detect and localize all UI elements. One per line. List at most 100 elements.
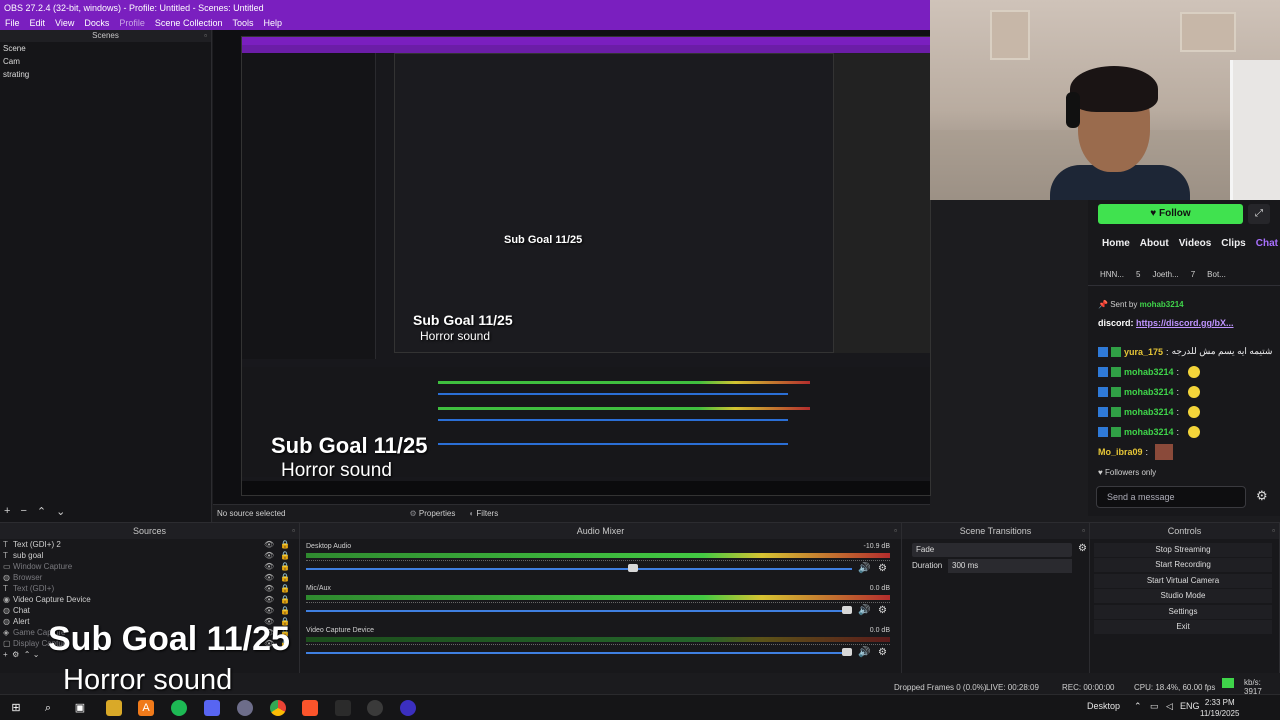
lock-icon[interactable]: 🔒 [280, 573, 290, 582]
move-up-icon[interactable]: ⌃ [24, 650, 31, 659]
dock-float-icon[interactable]: ▫ [1082, 523, 1085, 539]
file-explorer-icon[interactable] [106, 700, 122, 716]
app-icon[interactable]: A [138, 700, 154, 716]
visibility-icon[interactable]: 👁 [264, 540, 274, 549]
volume-slider-handle[interactable] [842, 606, 852, 614]
control-button-stop-streaming[interactable]: Stop Streaming [1094, 543, 1272, 557]
dock-float-icon[interactable]: ▫ [292, 523, 295, 539]
app-icon[interactable] [237, 700, 253, 716]
volume-icon[interactable]: ◁ [1166, 701, 1173, 712]
visibility-icon[interactable]: 👁 [264, 606, 274, 615]
speaker-icon[interactable]: 🔊 [858, 563, 870, 574]
dock-float-icon[interactable]: ▫ [894, 523, 897, 539]
channel-settings-icon[interactable]: ⚙ [878, 605, 887, 616]
dock-float-icon[interactable]: ▫ [204, 30, 207, 42]
channel-settings-icon[interactable]: ⚙ [878, 563, 887, 574]
desktop-label[interactable]: Desktop [1087, 701, 1120, 711]
volume-track[interactable] [306, 652, 852, 654]
source-item[interactable]: Tsub goal 👁 🔒 [0, 550, 299, 561]
chat-settings-icon[interactable]: ⚙ [1256, 488, 1268, 504]
source-item[interactable]: T Text (GDI+) 👁 🔒 [0, 583, 299, 594]
move-up-icon[interactable]: ⌃ [37, 505, 46, 518]
transition-settings-icon[interactable]: ⚙ [1078, 543, 1087, 554]
speaker-icon[interactable]: 🔊 [858, 647, 870, 658]
language-indicator[interactable]: ENG [1180, 701, 1200, 711]
discord-icon[interactable] [204, 700, 220, 716]
lock-icon[interactable]: 🔒 [280, 562, 290, 571]
spotify-icon[interactable] [171, 700, 187, 716]
visibility-icon[interactable]: 👁 [264, 595, 274, 604]
move-down-icon[interactable]: ⌄ [56, 505, 65, 518]
sent-by-user[interactable]: mohab3214 [1140, 300, 1184, 309]
visibility-icon[interactable]: 👁 [264, 584, 274, 593]
scene-item-strating[interactable]: strating [0, 68, 211, 81]
chat-username[interactable]: yura_175 [1124, 347, 1163, 357]
chat-username[interactable]: mohab3214 [1124, 427, 1174, 437]
source-item[interactable]: T Text (GDI+) 2 👁 🔒 [0, 539, 299, 550]
duration-input[interactable]: 300 ms [948, 559, 1072, 573]
visibility-icon[interactable]: 👁 [264, 551, 274, 560]
menu-docks[interactable]: Docks [84, 16, 109, 30]
control-button-settings[interactable]: Settings [1094, 604, 1272, 619]
transition-select[interactable]: Fade [912, 543, 1072, 557]
lock-icon[interactable]: 🔒 [280, 540, 290, 549]
volume-slider-handle[interactable] [842, 648, 852, 656]
chat-username[interactable]: mohab3214 [1124, 407, 1174, 417]
source-item[interactable]: ◍ Browser 👁 🔒 [0, 572, 299, 583]
scene-item-scene[interactable]: Scene [0, 42, 211, 55]
tab-videos[interactable]: Videos [1179, 238, 1212, 249]
control-button-exit[interactable]: Exit [1094, 620, 1272, 634]
channel-settings-icon[interactable]: ⚙ [878, 647, 887, 658]
menu-help[interactable]: Help [263, 16, 282, 30]
move-down-icon[interactable]: ⌄ [33, 650, 40, 659]
add-source-icon[interactable]: + [3, 650, 8, 659]
menu-edit[interactable]: Edit [30, 16, 46, 30]
windows-start-icon[interactable]: ⊞ [8, 700, 24, 716]
lock-icon[interactable]: 🔒 [280, 595, 290, 604]
menu-file[interactable]: File [5, 16, 20, 30]
follow-button[interactable]: ♥ Follow [1098, 204, 1243, 224]
chat-username[interactable]: mohab3214 [1124, 387, 1174, 397]
source-item[interactable]: ▭ Window Capture 👁 🔒 [0, 561, 299, 572]
search-icon[interactable]: ⌕ [40, 700, 56, 716]
obs-icon[interactable] [367, 700, 383, 716]
app-icon[interactable] [335, 700, 351, 716]
source-settings-icon[interactable]: ⚙ [12, 650, 19, 659]
chat-username[interactable]: Mo_ibra09 [1098, 447, 1143, 457]
tab-chat[interactable]: Chat [1256, 238, 1278, 249]
task-view-icon[interactable]: ▣ [72, 700, 88, 716]
tab-clips[interactable]: Clips [1221, 238, 1245, 249]
lock-icon[interactable]: 🔒 [280, 606, 290, 615]
chrome-icon[interactable] [270, 700, 286, 716]
volume-track[interactable] [306, 610, 852, 612]
tab-home[interactable]: Home [1102, 238, 1130, 249]
expand-icon[interactable]: ⤢ [1248, 204, 1270, 224]
menu-scene-collection[interactable]: Scene Collection [155, 16, 223, 30]
remove-scene-icon[interactable]: − [20, 505, 26, 518]
dock-float-icon[interactable]: ▫ [1272, 523, 1275, 539]
volume-slider-handle[interactable] [628, 564, 638, 572]
system-clock[interactable]: 2:33 PM 11/19/2025 [1200, 697, 1239, 719]
tab-about[interactable]: About [1140, 238, 1169, 249]
filters-button[interactable]: ◐ Filters [469, 509, 498, 518]
app-icon[interactable] [400, 700, 416, 716]
volume-track[interactable] [306, 568, 852, 570]
lock-icon[interactable]: 🔒 [280, 551, 290, 560]
discord-link[interactable]: https://discord.gg/bX... [1136, 318, 1234, 328]
tray-arrow-icon[interactable]: ⌃ [1134, 701, 1142, 712]
lock-icon[interactable]: 🔒 [280, 584, 290, 593]
menu-tools[interactable]: Tools [232, 16, 253, 30]
control-button-start-virtual-camera[interactable]: Start Virtual Camera [1094, 573, 1272, 588]
scene-item-cam[interactable]: Cam [0, 55, 211, 68]
chat-username[interactable]: mohab3214 [1124, 367, 1174, 377]
properties-button[interactable]: ⚙ Properties [409, 509, 455, 518]
brave-icon[interactable] [302, 700, 318, 716]
control-button-start-recording[interactable]: Start Recording [1094, 558, 1272, 573]
source-item[interactable]: ◉ Video Capture Device 👁 🔒 [0, 594, 299, 605]
network-icon[interactable]: ▭ [1150, 701, 1159, 712]
menu-view[interactable]: View [55, 16, 74, 30]
source-item[interactable]: ◍ Chat 👁 🔒 [0, 605, 299, 616]
visibility-icon[interactable]: 👁 [264, 562, 274, 571]
add-scene-icon[interactable]: + [4, 505, 10, 518]
chat-input[interactable]: Send a message [1096, 486, 1246, 508]
